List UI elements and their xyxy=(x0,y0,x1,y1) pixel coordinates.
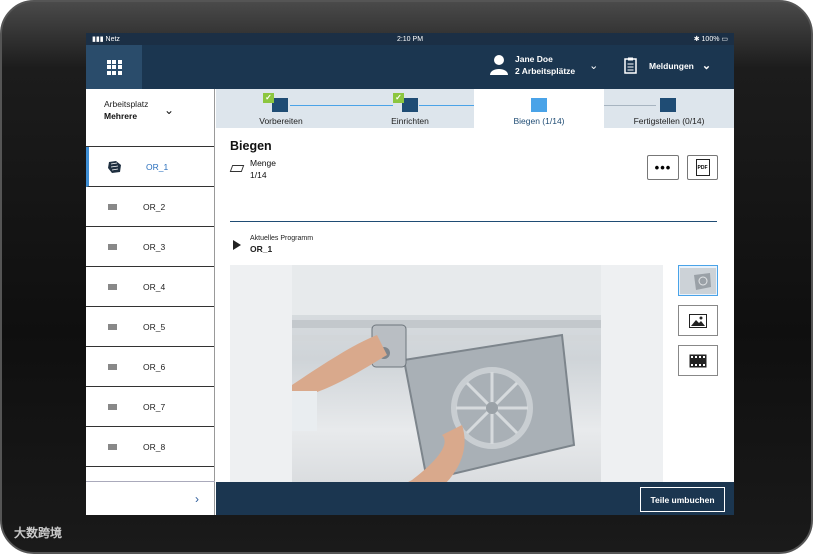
top-bar: Jane Doe 2 Arbeitsplätze ⌄ Meldungen ⌄ xyxy=(86,45,734,89)
page-title: Biegen xyxy=(230,139,272,153)
quantity-info: Menge 1/14 xyxy=(250,157,276,181)
tablet-frame: ▮▮▮ Netz 2:10 PM ✱ 100% ▭ Jane Doe 2 Arb… xyxy=(0,0,813,554)
messages-menu[interactable]: Meldungen ⌄ xyxy=(624,57,711,74)
pdf-icon: PDF xyxy=(695,159,710,176)
main-content: Biegen Menge 1/14 ••• PDF Aktuelles Prog… xyxy=(216,128,734,503)
check-icon: ✓ xyxy=(263,93,274,103)
clipboard-icon xyxy=(624,57,637,74)
messages-label: Meldungen xyxy=(649,60,694,71)
sidebar-item-or-4[interactable]: OR_4 xyxy=(86,267,214,307)
sidebar-next-button[interactable]: › xyxy=(86,481,215,515)
sidebar-item-or-3[interactable]: OR_3 xyxy=(86,227,214,267)
chevron-right-icon: › xyxy=(195,491,199,506)
user-workplaces: 2 Arbeitsplätze xyxy=(515,66,576,76)
sidebar-item-label: OR_4 xyxy=(143,281,166,292)
grid-icon xyxy=(106,59,122,75)
footer-bar: Teile umbuchen xyxy=(216,482,734,515)
sidebar-item-label: OR_2 xyxy=(143,201,166,212)
workspace-selector[interactable]: Arbeitsplatz Mehrere ⌄ xyxy=(86,89,214,147)
sidebar-item-label: OR_6 xyxy=(143,361,166,372)
sidebar-item-or-6[interactable]: OR_6 xyxy=(86,347,214,387)
program-label: Aktuelles Programm xyxy=(250,235,314,242)
sidebar-item-label: OR_5 xyxy=(143,321,166,332)
pdf-button[interactable]: PDF xyxy=(687,155,718,180)
photo-thumbnail-icon xyxy=(680,267,716,294)
sidebar-item-or-8[interactable]: OR_8 xyxy=(86,427,214,467)
quantity-label: Menge xyxy=(250,158,276,168)
part-icon xyxy=(108,243,117,250)
part-icon xyxy=(108,363,117,370)
play-icon[interactable] xyxy=(233,240,241,250)
check-icon: ✓ xyxy=(393,93,404,103)
chevron-down-icon: ⌄ xyxy=(589,59,599,72)
step-label: Biegen (1/14) xyxy=(513,116,565,126)
sidebar-item-or-7[interactable]: OR_7 xyxy=(86,387,214,427)
step-label: Fertigstellen (0/14) xyxy=(633,116,705,126)
program-info: Aktuelles Programm OR_1 xyxy=(250,233,313,256)
stack-icon xyxy=(229,165,245,172)
step-biegen[interactable]: Biegen (1/14) xyxy=(474,89,604,128)
part-icon xyxy=(108,203,117,210)
sidebar-item-label: OR_7 xyxy=(143,401,166,412)
sidebar-item-or-1[interactable]: OR_1 xyxy=(86,147,214,187)
user-menu[interactable]: Jane Doe 2 Arbeitsplätze ⌄ xyxy=(490,53,598,77)
thumbnail-photo[interactable] xyxy=(678,265,718,296)
rebook-parts-button[interactable]: Teile umbuchen xyxy=(640,487,725,512)
sidebar: Arbeitsplatz Mehrere ⌄ OR_1 OR_2 OR_3 OR… xyxy=(86,89,215,515)
workspace-value: Mehrere xyxy=(104,111,138,121)
chevron-down-icon: ⌄ xyxy=(163,103,174,117)
user-name: Jane Doe xyxy=(515,54,553,64)
part-icon xyxy=(108,443,117,450)
process-stepper: ✓ Vorbereiten ✓ Einrichten Biegen (1/14)… xyxy=(216,89,734,128)
media-viewer xyxy=(230,265,663,501)
sidebar-item-or-5[interactable]: OR_5 xyxy=(86,307,214,347)
image-icon xyxy=(689,313,707,328)
chevron-down-icon: ⌄ xyxy=(701,60,712,72)
step-label: Einrichten xyxy=(391,116,429,126)
part-icon xyxy=(108,323,117,330)
program-value: OR_1 xyxy=(250,244,273,254)
watermark-logo: 大数跨境 xyxy=(14,526,63,540)
sidebar-item-label: OR_8 xyxy=(143,441,166,452)
app-screen: ▮▮▮ Netz 2:10 PM ✱ 100% ▭ Jane Doe 2 Arb… xyxy=(86,33,734,515)
step-vorbereiten[interactable]: ✓ Vorbereiten xyxy=(216,89,346,128)
thumbnail-image[interactable] xyxy=(678,305,718,336)
quantity-value: 1/14 xyxy=(250,170,267,180)
time-text: 2:10 PM xyxy=(396,35,424,43)
status-bar: ▮▮▮ Netz 2:10 PM ✱ 100% ▭ xyxy=(86,33,734,45)
step-label: Vorbereiten xyxy=(259,116,303,126)
film-icon xyxy=(689,354,707,367)
bending-photo xyxy=(292,265,601,501)
step-einrichten[interactable]: ✓ Einrichten xyxy=(346,89,474,128)
thumbnail-video[interactable] xyxy=(678,345,718,376)
step-marker xyxy=(272,98,288,112)
divider xyxy=(230,221,717,222)
sidebar-item-label: OR_1 xyxy=(146,161,169,172)
step-fertigstellen[interactable]: Fertigstellen (0/14) xyxy=(604,89,734,128)
part-icon xyxy=(108,283,117,290)
workspace-label: Arbeitsplatz xyxy=(104,99,149,109)
sidebar-item-or-2[interactable]: OR_2 xyxy=(86,187,214,227)
sidebar-item-label: OR_3 xyxy=(143,241,166,252)
app-menu-button[interactable] xyxy=(86,45,142,89)
step-marker xyxy=(660,98,676,112)
step-marker xyxy=(531,98,547,112)
user-icon xyxy=(490,55,508,75)
hand-icon xyxy=(108,161,121,173)
step-marker xyxy=(402,98,418,112)
more-options-button[interactable]: ••• xyxy=(647,155,679,180)
more-icon: ••• xyxy=(654,160,672,175)
part-icon xyxy=(108,403,117,410)
